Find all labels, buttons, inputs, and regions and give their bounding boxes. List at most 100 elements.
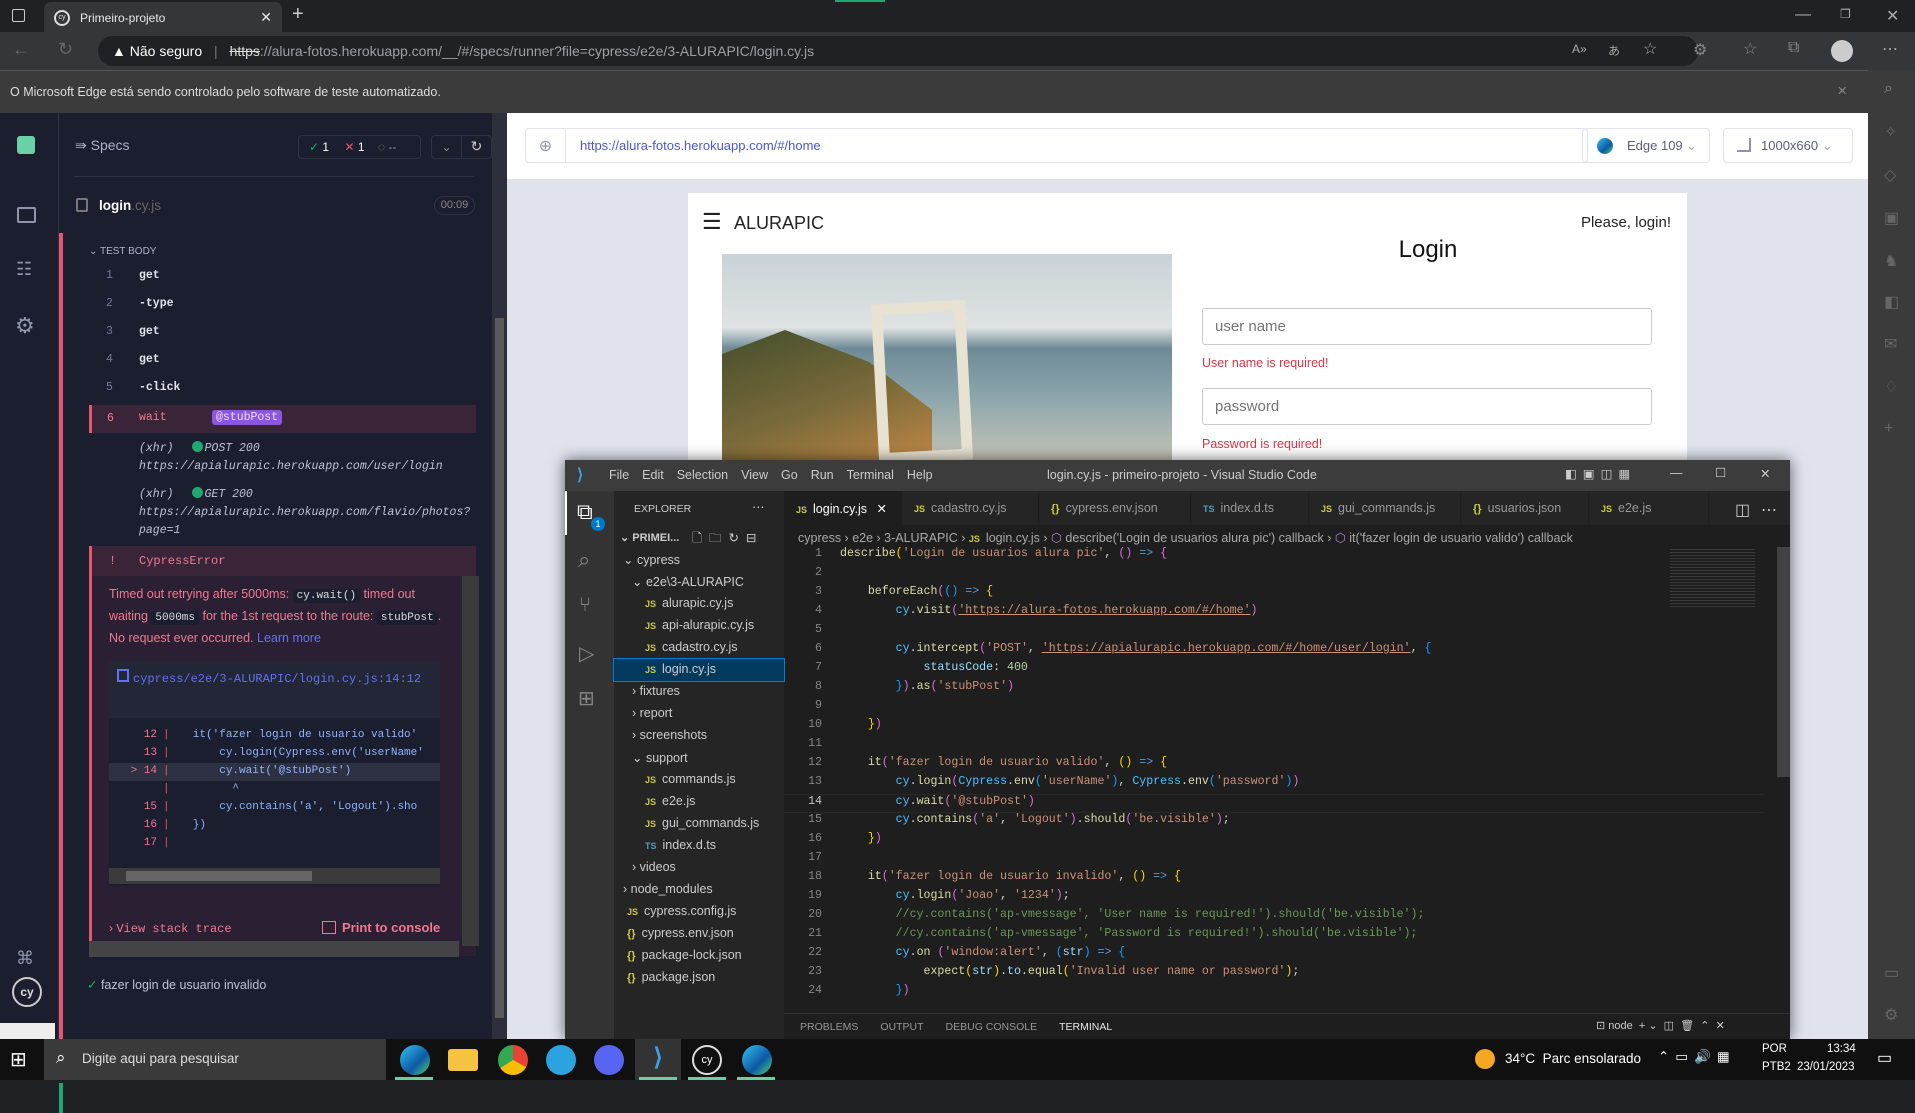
wait-command[interactable]: 6 wait @stubPost [89,405,476,433]
runs-nav-icon[interactable]: ☷ [16,259,32,280]
edge-app[interactable] [742,1045,772,1075]
editor-tab[interactable]: JS cadastro.cy.js [902,491,1039,525]
more-actions-icon[interactable]: ⋯ [1761,500,1777,520]
xhr-log[interactable]: (xhr) POST 200 https://apialurapic.herokua… [139,440,474,476]
error-file-link[interactable]: cypress/e2e/3-ALURAPIC/login.cy.js:14:12 [133,672,421,686]
error-header[interactable]: ! CypressError [89,546,476,576]
refresh-icon[interactable]: ↻ [58,39,73,60]
command-row[interactable]: 1 get [89,262,476,290]
weather-text[interactable]: 34°C Parc ensolarado [1505,1051,1641,1066]
code-editor[interactable]: 1 describe('Login de usuarios alura pic',… [784,547,1764,1013]
command-row[interactable]: 2 -type [89,290,476,318]
editor-tab[interactable]: JS gui_commands.js [1309,491,1461,525]
notification-icon[interactable]: ♢ [1884,377,1898,397]
discord-app[interactable] [594,1045,624,1075]
horizontal-scrollbar[interactable] [89,941,459,957]
close-tab-icon[interactable]: ✕ [873,502,886,516]
menu-go[interactable]: Go [781,468,798,482]
aut-url-bar[interactable]: ⊕ https://alura-fotos.herokuapp.com/#/ho… [525,128,1588,163]
expand-toggle[interactable]: ⌄ [431,135,462,159]
menu-run[interactable]: Run [811,468,834,482]
breadcrumb-item[interactable]: describe('Login de usuarios alura pic') … [1065,531,1323,545]
file-explorer-app[interactable] [448,1049,478,1071]
panel-tab-output[interactable]: OUTPUT [880,1021,923,1033]
run-debug-icon[interactable]: ▷ [579,641,594,666]
selector-playground-icon[interactable]: ⊕ [526,129,566,162]
read-aloud-icon[interactable]: A» [1572,42,1587,56]
split-editor-icon[interactable]: ◫ [1735,500,1750,520]
language-top[interactable]: POR [1762,1043,1787,1055]
tag-icon[interactable]: ◇ [1884,165,1896,185]
terminal-profile[interactable]: ⊡ node + ⌄ ◫ 🗑 ⌃ ✕ [1596,1019,1725,1032]
maximize-icon[interactable]: ☐ [1715,465,1726,480]
language-bottom[interactable]: PTB2 [1762,1061,1791,1073]
rerun-button[interactable]: ↻ [461,135,492,159]
minimize-icon[interactable]: — [1670,466,1683,480]
tree-item[interactable]: JS commands.js [614,769,784,791]
menu-edit[interactable]: Edit [642,468,664,482]
command-row[interactable]: 5 -click [89,374,476,402]
tree-item[interactable]: JS alurapic.cy.js [614,593,784,615]
minimap[interactable] [1670,547,1755,607]
breadcrumb-item[interactable]: cypress [798,531,841,545]
viewport-selector[interactable]: 1000x660 ⌄ [1723,128,1853,163]
tree-item[interactable]: TS index.d.ts [614,835,784,857]
keyboard-shortcuts-icon[interactable]: ⌘ [16,948,34,969]
menu-help[interactable]: Help [907,468,933,482]
start-button[interactable]: ⊞ [10,1047,27,1072]
split-screen-icon[interactable]: ▭ [1884,963,1899,983]
tree-item[interactable]: › videos [614,857,784,879]
panel-tab-terminal[interactable]: TERMINAL [1059,1021,1112,1033]
taskbar-search[interactable]: ⌕ Digite aqui para pesquisar [44,1039,386,1080]
close-infobar-icon[interactable]: ✕ [1837,83,1847,98]
browser-tab[interactable]: cy Primeiro-projeto ✕ [44,2,282,32]
office-icon[interactable]: ◧ [1884,292,1899,312]
extensions-icon[interactable]: ⊞ [578,686,595,711]
breadcrumb-item[interactable]: login.cy.js [986,531,1040,545]
command-row[interactable]: 3 get [89,318,476,346]
tree-item[interactable]: › node_modules [614,879,784,901]
tree-item[interactable]: JS login.cy.js [613,658,785,682]
tree-item[interactable]: {} cypress.env.json [614,923,784,945]
cypress-app[interactable]: cy [692,1045,722,1075]
xhr-log[interactable]: (xhr) GET 200 https://apialurapic.herokuap… [139,486,474,540]
add-icon[interactable]: + [1884,420,1893,438]
test-item-passed[interactable]: ✓ fazer login de usuario invalido [87,977,266,992]
settings-nav-icon[interactable]: ⚙ [15,313,35,339]
more-icon[interactable]: ⋯ [1882,39,1898,59]
tree-item[interactable]: › fixtures [614,681,784,703]
editor-tab[interactable]: JS e2e.js [1589,491,1709,525]
layout-icons[interactable]: ◧▣◫▦ [1565,466,1636,481]
new-tab-icon[interactable]: + [292,3,304,26]
command-row[interactable]: 4 get [89,346,476,374]
restore-icon[interactable]: ❐ [1840,7,1851,21]
username-input[interactable] [1202,308,1652,345]
browser-selector[interactable]: Edge 109 ⌄ [1582,128,1710,163]
breadcrumb-item[interactable]: it('fazer login de usuario valido') call… [1349,531,1573,545]
tree-item[interactable]: JS gui_commands.js [614,813,784,835]
tree-item[interactable]: ⌄ support [614,747,784,769]
close-icon[interactable]: ✕ [1760,466,1770,481]
toolbox-icon[interactable]: ▣ [1884,208,1899,228]
copilot-icon[interactable]: ✧ [1884,122,1897,142]
code-frame-scrollbar[interactable] [109,868,440,884]
test-body-header[interactable]: ⌄ TEST BODY [89,246,156,257]
print-to-console-button[interactable]: Print to console [322,920,440,935]
source-control-icon[interactable]: ⑂ [579,594,591,617]
breadcrumb-item[interactable]: e2e [852,531,873,545]
cypress-project-icon[interactable] [17,136,35,154]
address-bar[interactable]: ▲ Não seguro | https://alura-fotos.herok… [98,36,1698,66]
reporter-bottom-scrollbar[interactable] [0,1023,55,1039]
menu-selection[interactable]: Selection [677,468,728,482]
favorites-icon[interactable]: ☆ [1743,39,1757,59]
specs-toggle[interactable]: ⇛ Specs [75,137,130,154]
project-root[interactable]: ⌄ PRIMEI... [620,531,679,544]
error-scrollbar[interactable] [462,576,479,946]
editor-tab[interactable]: TS index.d.ts [1191,491,1309,525]
tray-icons[interactable]: ⌃▭🔊▦ [1658,1049,1736,1065]
profile-avatar[interactable] [1831,40,1853,62]
settings-icon[interactable]: ⚙ [1884,1005,1898,1025]
minimize-icon[interactable]: — [1795,6,1811,24]
editor-tab[interactable]: {} usuarios.json [1461,491,1589,525]
search-icon[interactable]: ⌕ [578,547,590,573]
